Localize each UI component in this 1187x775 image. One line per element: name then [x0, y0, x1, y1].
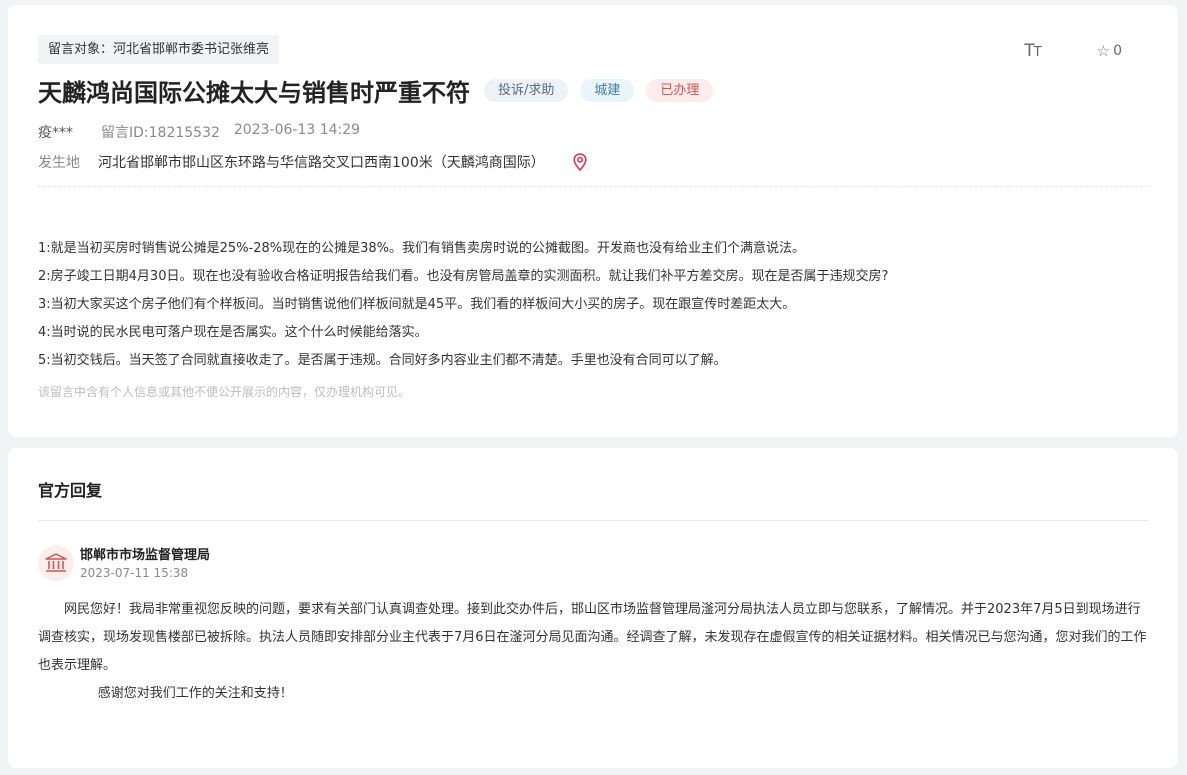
message-target: 留言对象：河北省邯郸市委书记张维亮: [38, 35, 280, 64]
type-tag: 投诉/求助: [484, 79, 569, 102]
message-content: 1:就是当初买房时销售说公摊是25%-28%现在的公摊是38%。我们有销售卖房时…: [38, 239, 1148, 379]
reply-card: 官方回复 邯郸市市场监督管理局 2023-07-11 15:38 网民您好！我局…: [8, 448, 1178, 768]
content-line: 1:就是当初买房时销售说公摊是25%-28%现在的公摊是38%。我们有销售卖房时…: [38, 241, 806, 256]
location-row: 发生地 河北省邯郸市邯山区东环路与华信路交叉口西南100米（天麟鸿商国际）: [38, 152, 587, 172]
content-line: 5:当初交钱后。当天签了合同就直接收走了。是否属于违规。合同好多内容业主们都不清…: [38, 353, 727, 368]
message-time: 2023-06-13 14:29: [233, 122, 361, 138]
map-pin-icon[interactable]: [573, 153, 587, 171]
content-line: 4:当时说的民水民电可落户现在是否属实。这个什么时候能给落实。: [38, 325, 428, 340]
divider: [38, 520, 1148, 521]
reply-time: 2023-07-11 15:38: [80, 566, 189, 580]
content-line: 2:房子竣工日期4月30日。现在也没有验收合格证明报告给我们看。也没有房管局盖章…: [38, 269, 889, 284]
author-name: 疫***: [38, 125, 73, 141]
location-address: 河北省邯郸市邯山区东环路与华信路交叉口西南100米（天麟鸿商国际）: [98, 155, 545, 171]
content-line: 3:当初大家买这个房子他们有个样板间。当时销售说他们样板间就是45平。我们看的样…: [38, 297, 796, 312]
divider: [38, 186, 1148, 187]
toolbar: TT ☆ 0: [1024, 41, 1122, 61]
privacy-note: 该留言中含有个人信息或其他不便公开展示的内容，仅办理机构可见。: [38, 385, 411, 399]
favorite-button[interactable]: ☆ 0: [1097, 42, 1122, 60]
category-tag: 城建: [580, 79, 635, 102]
star-outline-icon: ☆: [1096, 42, 1111, 60]
status-badge: 已办理: [646, 79, 714, 102]
reply-body: 网民您好！我局非常重视您反映的问题，要求有关部门认真调查处理。接到此交办件后，邯…: [38, 596, 1148, 708]
page-title: 天麟鸿尚国际公摊太大与销售时严重不符: [38, 79, 470, 107]
font-size-button[interactable]: TT: [1024, 41, 1041, 61]
reply-section-title: 官方回复: [38, 481, 103, 500]
font-size-icon: TT: [1024, 41, 1041, 61]
reply-paragraph: 感谢您对我们工作的关注和支持！: [97, 686, 293, 701]
message-card: 留言对象：河北省邯郸市委书记张维亮 TT ☆ 0 天麟鸿尚国际公摊太大与销售时严…: [8, 5, 1178, 437]
government-building-icon: [38, 545, 74, 581]
message-meta: 疫*** 留言ID:18215532 2023-06-13 14:29: [38, 122, 360, 142]
favorite-count: 0: [1113, 43, 1122, 59]
title-row: 天麟鸿尚国际公摊太大与销售时严重不符 投诉/求助 城建 已办理: [38, 73, 725, 108]
message-id: 留言ID:18215532: [101, 125, 220, 141]
location-label: 发生地: [38, 155, 80, 171]
reply-paragraph: 网民您好！我局非常重视您反映的问题，要求有关部门认真调查处理。接到此交办件后，邯…: [38, 602, 1147, 673]
department-name: 邯郸市市场监督管理局: [80, 548, 211, 563]
